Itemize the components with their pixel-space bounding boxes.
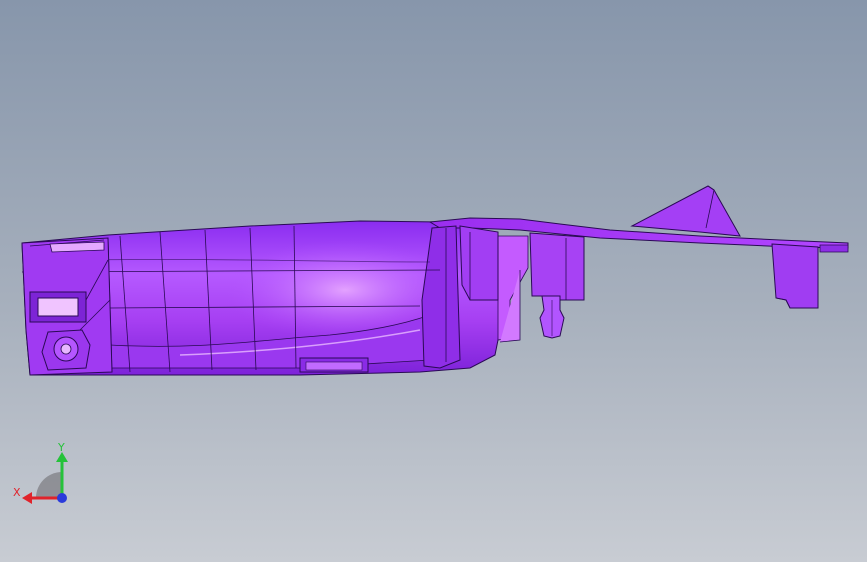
triangle-fin (630, 185, 741, 237)
coordinate-triad: Y X (13, 441, 68, 504)
z-axis-dot (57, 493, 67, 503)
cad-graphics-viewport[interactable]: Y X (0, 0, 867, 562)
middle-clip-plate (529, 232, 585, 301)
x-axis-label: X (13, 486, 21, 499)
y-axis-label: Y (57, 441, 65, 454)
rib-bracket (459, 225, 499, 301)
x-axis-arrow (22, 492, 32, 504)
top-slot (49, 241, 105, 253)
part-model-3d[interactable] (0, 0, 867, 562)
